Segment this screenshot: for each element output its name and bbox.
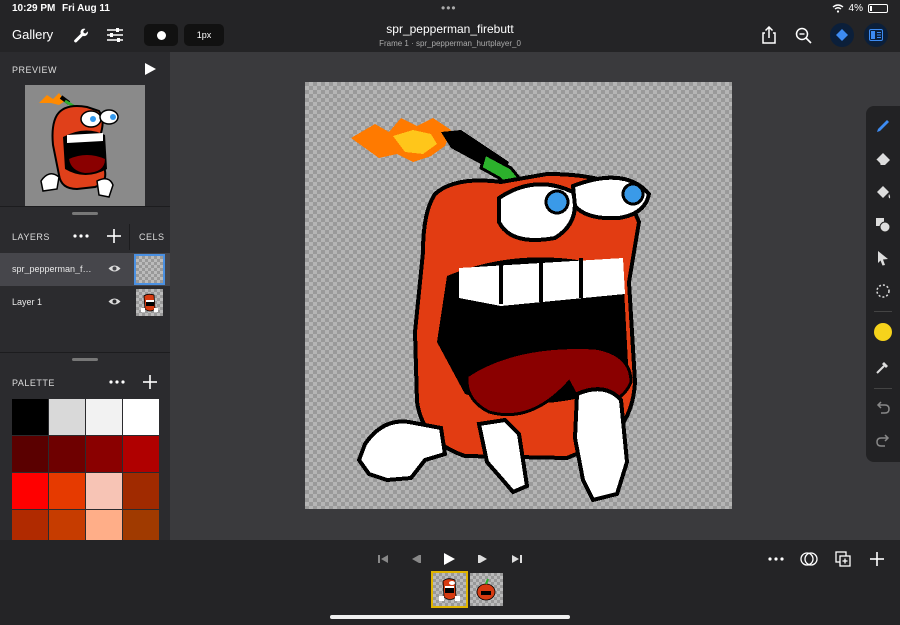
last-frame-icon[interactable]: [508, 550, 526, 568]
sliders-icon[interactable]: [104, 24, 126, 46]
redo-icon[interactable]: [871, 428, 895, 452]
zoom-icon[interactable]: [792, 24, 814, 46]
palette-swatch[interactable]: [123, 399, 159, 435]
lasso-select-icon[interactable]: [871, 279, 895, 303]
multitasking-dots-icon[interactable]: •••: [441, 1, 457, 15]
frame-thumbnail-2[interactable]: [470, 573, 503, 606]
wifi-icon: [832, 4, 843, 13]
rail-divider: [874, 388, 892, 389]
eye-icon[interactable]: [108, 264, 121, 273]
move-cursor-icon[interactable]: [871, 246, 895, 270]
palette-title: PALETTE: [12, 378, 55, 388]
color-swatch-icon: [874, 323, 892, 341]
palette-swatch[interactable]: [86, 473, 122, 509]
divider: [0, 206, 170, 207]
undo-icon[interactable]: [871, 395, 895, 419]
cel-thumbnail-sprite[interactable]: [136, 289, 163, 316]
layer-row-layer1[interactable]: Layer 1: [0, 286, 170, 319]
status-date: Fri Aug 11: [62, 3, 110, 14]
eraser-icon[interactable]: [871, 147, 895, 171]
pencil-icon[interactable]: [871, 114, 895, 138]
tool-rail: [866, 106, 900, 462]
share-icon[interactable]: [758, 24, 780, 46]
add-frame-icon[interactable]: [868, 550, 886, 568]
cels-divider: [129, 224, 130, 250]
app-window: 10:29 PM Fri Aug 11 ••• 4% Gallery 1px s…: [0, 0, 900, 625]
next-frame-icon[interactable]: [474, 550, 492, 568]
diamond-icon: [836, 29, 848, 41]
battery-icon: [868, 4, 888, 13]
active-color-button[interactable]: [871, 320, 895, 344]
preview-image: [25, 85, 145, 206]
layers-title: LAYERS: [12, 232, 50, 242]
cels-title: CELS: [139, 232, 165, 242]
palette-swatch[interactable]: [123, 436, 159, 472]
add-layer-icon[interactable]: [103, 225, 125, 247]
drawing-canvas[interactable]: [305, 82, 732, 509]
panel-resize-handle[interactable]: [72, 212, 98, 215]
round-brush-icon: [156, 30, 166, 40]
palette-swatch[interactable]: [86, 436, 122, 472]
onion-skin-icon[interactable]: [800, 550, 818, 568]
palette-swatch[interactable]: [49, 399, 85, 435]
palette-swatch[interactable]: [12, 436, 48, 472]
preview-title: PREVIEW: [12, 65, 58, 75]
rail-divider: [874, 311, 892, 312]
palette-more-icon[interactable]: [106, 371, 128, 393]
shapes-icon[interactable]: [871, 213, 895, 237]
panels-button[interactable]: [864, 23, 888, 47]
layer-row-firebutt[interactable]: spr_pepperman_firebutt: [0, 253, 170, 286]
panels-icon: [869, 29, 883, 41]
battery-percent: 4%: [848, 3, 863, 14]
palette-swatch[interactable]: [86, 399, 122, 435]
previous-frame-icon[interactable]: [407, 550, 425, 568]
palette-swatch[interactable]: [49, 473, 85, 509]
frame-thumbnail-1[interactable]: [431, 571, 468, 608]
layer-name: spr_pepperman_firebutt: [12, 264, 92, 274]
palette-swatch[interactable]: [123, 473, 159, 509]
add-color-icon[interactable]: [139, 371, 161, 393]
palette-swatch[interactable]: [12, 473, 48, 509]
play-icon[interactable]: [440, 550, 458, 568]
eye-icon[interactable]: [108, 297, 121, 306]
top-toolbar: Gallery 1px spr_pepperman_firebutt Frame…: [0, 18, 900, 52]
panel-resize-handle[interactable]: [72, 358, 98, 361]
timeline-more-icon[interactable]: [767, 550, 785, 568]
divider: [0, 352, 170, 353]
first-frame-icon[interactable]: [374, 550, 392, 568]
canvas-area[interactable]: [170, 52, 865, 540]
document-subtitle: Frame 1 · spr_pepperman_hurtplayer_0: [379, 39, 521, 48]
document-title[interactable]: spr_pepperman_firebutt: [300, 22, 600, 36]
left-sidebar: PREVIEW LAYERS CELS spr_pepperman_fir La…: [0, 52, 170, 546]
symmetry-button[interactable]: [830, 23, 854, 47]
wrench-icon[interactable]: [70, 24, 92, 46]
gallery-button[interactable]: Gallery: [12, 27, 53, 42]
eyedropper-icon[interactable]: [871, 355, 895, 379]
palette-grid: [12, 399, 159, 546]
status-right: 4%: [832, 3, 888, 14]
palette-swatch[interactable]: [12, 399, 48, 435]
status-bar: 10:29 PM Fri Aug 11 ••• 4%: [0, 0, 900, 18]
fill-bucket-icon[interactable]: [871, 180, 895, 204]
timeline-bar: [0, 540, 900, 625]
cel-thumbnail-empty[interactable]: [134, 254, 165, 285]
brush-size-button[interactable]: 1px: [184, 24, 224, 46]
layer-name: Layer 1: [12, 297, 43, 307]
play-preview-icon[interactable]: [139, 58, 161, 80]
duplicate-frame-icon[interactable]: [834, 550, 852, 568]
home-indicator[interactable]: [330, 615, 570, 619]
palette-swatch[interactable]: [49, 436, 85, 472]
status-time: 10:29 PM: [12, 3, 56, 14]
layers-more-icon[interactable]: [70, 225, 92, 247]
brush-shape-button[interactable]: [144, 24, 178, 46]
